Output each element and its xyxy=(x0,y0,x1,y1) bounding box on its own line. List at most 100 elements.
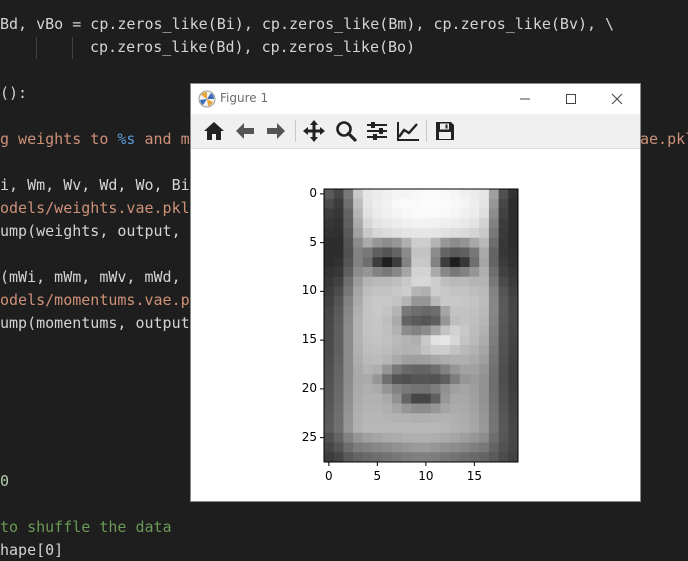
zoom-button[interactable] xyxy=(333,119,359,143)
heatmap-cell xyxy=(324,364,335,375)
heatmap-cell xyxy=(508,306,519,317)
heatmap-cell xyxy=(430,442,441,453)
code-token: to shuffle the data xyxy=(0,518,172,536)
plot-canvas[interactable]: 0 5 10 15 0 5 10 15 20 25 xyxy=(191,149,640,501)
minimize-button[interactable] xyxy=(502,84,548,114)
heatmap-cell xyxy=(411,442,422,453)
heatmap-cell xyxy=(411,335,422,346)
heatmap-cell xyxy=(459,296,470,307)
heatmap-cell xyxy=(353,296,364,307)
heatmap-cell xyxy=(450,423,461,434)
heatmap-cell xyxy=(324,432,335,443)
heatmap-cell xyxy=(353,286,364,297)
heatmap-cell xyxy=(440,237,451,248)
close-button[interactable] xyxy=(594,84,640,114)
heatmap-cell xyxy=(333,413,344,424)
forward-button[interactable] xyxy=(263,119,289,143)
heatmap-cell xyxy=(362,237,373,248)
heatmap-cell xyxy=(411,257,422,268)
code-line: (mWi, mWm, mWv, mWd, xyxy=(0,267,181,287)
heatmap-cell xyxy=(411,218,422,229)
heatmap-cell xyxy=(459,325,470,336)
heatmap-cell xyxy=(382,315,393,326)
heatmap-cell xyxy=(382,335,393,346)
heatmap-cell xyxy=(324,237,335,248)
heatmap-cell xyxy=(411,354,422,365)
heatmap-cell xyxy=(324,393,335,404)
heatmap-cell xyxy=(469,345,480,356)
heatmap-cell xyxy=(372,423,383,434)
edit-axes-button[interactable] xyxy=(395,119,421,143)
heatmap-cell xyxy=(401,208,412,219)
heatmap-cell xyxy=(450,384,461,395)
heatmap-cell xyxy=(343,423,354,434)
home-button[interactable] xyxy=(201,119,227,143)
save-button[interactable] xyxy=(432,119,458,143)
heatmap-cell xyxy=(488,413,499,424)
heatmap-cell xyxy=(343,345,354,356)
back-button[interactable] xyxy=(232,119,258,143)
heatmap-cell xyxy=(450,286,461,297)
heatmap-cell xyxy=(508,345,519,356)
heatmap-cell xyxy=(421,384,432,395)
heatmap-cell xyxy=(353,432,364,443)
heatmap-cell xyxy=(333,315,344,326)
heatmap-cell xyxy=(333,257,344,268)
heatmap-cell xyxy=(440,364,451,375)
heatmap-cell xyxy=(324,384,335,395)
heatmap-cell xyxy=(488,237,499,248)
heatmap-cell xyxy=(430,247,441,258)
heatmap-cell xyxy=(343,452,354,463)
code-line: 0 xyxy=(0,471,9,491)
heatmap-cell xyxy=(459,423,470,434)
heatmap-cell xyxy=(450,403,461,414)
heatmap-cell xyxy=(372,237,383,248)
heatmap-cell xyxy=(469,423,480,434)
heatmap-cell xyxy=(421,432,432,443)
code-line: Bd, vBo = cp.zeros_like(Bi), cp.zeros_li… xyxy=(0,14,614,34)
heatmap-cell xyxy=(343,247,354,258)
heatmap-cell xyxy=(450,335,461,346)
heatmap-cell xyxy=(372,286,383,297)
heatmap-cell xyxy=(401,218,412,229)
subplots-button[interactable] xyxy=(364,119,390,143)
heatmap-cell xyxy=(469,189,480,200)
heatmap-cell xyxy=(430,325,441,336)
pan-button[interactable] xyxy=(301,119,327,143)
maximize-button[interactable] xyxy=(548,84,594,114)
y-tick-label: 10 xyxy=(301,283,317,298)
x-tick-label: 5 xyxy=(373,469,382,483)
heatmap-cell xyxy=(411,315,422,326)
title-bar[interactable]: Figure 1 xyxy=(191,84,640,114)
code-token: g weights to xyxy=(0,130,118,148)
heatmap-cell xyxy=(382,413,393,424)
heatmap-cell xyxy=(508,374,519,385)
heatmap-cells xyxy=(324,189,519,463)
heatmap-cell xyxy=(324,208,335,219)
forward-arrow-icon xyxy=(267,123,285,139)
heatmap-cell xyxy=(382,247,393,258)
heatmap-cell xyxy=(343,306,354,317)
toolbar xyxy=(191,114,640,149)
heatmap-cell xyxy=(401,423,412,434)
heatmap-cell xyxy=(343,237,354,248)
heatmap-cell xyxy=(362,286,373,297)
heatmap-cell xyxy=(508,276,519,287)
heatmap-cell xyxy=(324,286,335,297)
heatmap-cell xyxy=(324,247,335,258)
matplotlib-app-icon xyxy=(198,90,216,108)
heatmap-cell xyxy=(353,384,364,395)
heatmap-cell xyxy=(498,423,509,434)
heatmap-cell xyxy=(421,315,432,326)
heatmap-cell xyxy=(440,374,451,385)
heatmap-cell xyxy=(362,189,373,200)
heatmap-cell xyxy=(430,257,441,268)
heatmap-cell xyxy=(479,354,490,365)
heatmap-cell xyxy=(469,374,480,385)
heatmap-cell xyxy=(459,354,470,365)
heatmap-cell xyxy=(411,364,422,375)
heatmap-cell xyxy=(430,403,441,414)
heatmap-cell xyxy=(430,364,441,375)
heatmap-cell xyxy=(333,354,344,365)
heatmap-cell xyxy=(450,442,461,453)
